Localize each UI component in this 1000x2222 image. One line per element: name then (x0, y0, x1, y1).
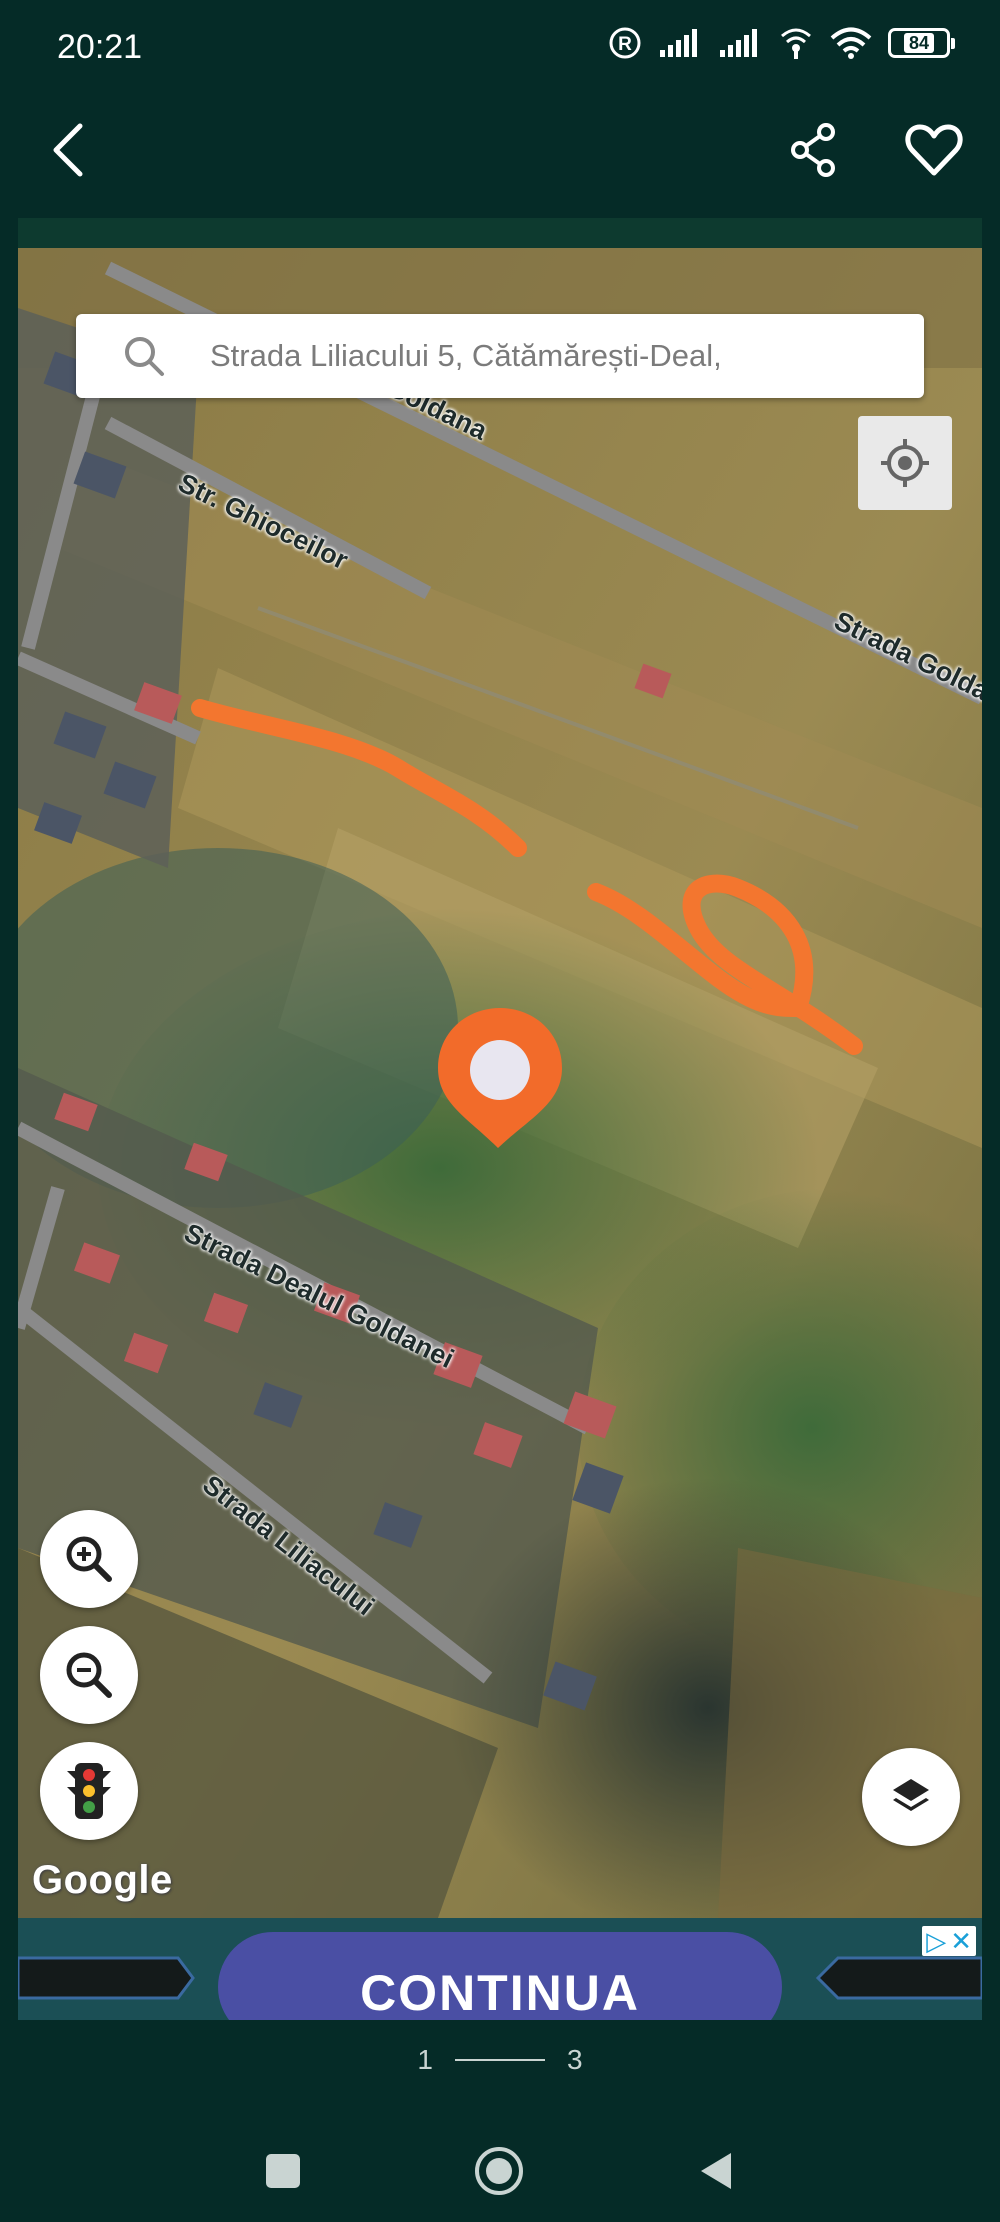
favorite-button[interactable] (902, 118, 974, 182)
layers-icon (893, 1779, 929, 1811)
status-bar: 20:21 R 84 (0, 0, 1000, 100)
system-nav-bar (0, 2120, 1000, 2222)
map-view[interactable]: Goldana Str. Ghioceilor Strada Goldana S… (18, 248, 982, 1918)
svg-text:R: R (618, 34, 632, 55)
back-arrow-icon (53, 123, 83, 177)
nav-back-button[interactable] (680, 2136, 750, 2206)
my-location-button[interactable] (858, 416, 952, 510)
ad-close-icon[interactable]: ✕ (950, 1928, 972, 1954)
zoom-in-button[interactable] (40, 1510, 138, 1608)
pager-divider (455, 2059, 545, 2061)
map-search-box[interactable]: Strada Liliacului 5, Cătămărești-Deal, (76, 314, 924, 398)
satellite-map (18, 248, 982, 1918)
back-button[interactable] (40, 118, 104, 182)
image-gallery[interactable]: Goldana Str. Ghioceilor Strada Goldana S… (18, 218, 982, 2020)
home-icon (475, 2147, 523, 2195)
ad-banner[interactable]: CONTINUA ▷ ✕ (18, 1918, 982, 2020)
app-bar (0, 100, 1000, 220)
hotspot-icon (781, 28, 811, 59)
recent-apps-icon (266, 2154, 300, 2188)
status-time: 20:21 (57, 28, 143, 66)
layers-button[interactable] (862, 1748, 960, 1846)
image-pager: 1 3 (0, 2040, 1000, 2080)
ad-continue-button[interactable]: CONTINUA (218, 1932, 782, 2020)
my-location-icon (881, 439, 929, 487)
search-icon (125, 337, 164, 376)
battery-icon: 84 (888, 28, 955, 58)
signal-icon (720, 29, 757, 57)
pager-current: 1 (417, 2044, 433, 2075)
battery-level: 84 (903, 33, 935, 53)
ad-choices[interactable]: ▷ ✕ (922, 1926, 976, 1956)
back-icon (701, 2153, 731, 2189)
zoom-out-icon (66, 1652, 112, 1698)
map-search-text: Strada Liliacului 5, Cătămărești-Deal, (210, 338, 722, 373)
registered-icon: R (609, 27, 641, 59)
heart-icon (905, 124, 963, 176)
pager-total: 3 (567, 2044, 583, 2075)
share-button[interactable] (782, 118, 846, 182)
google-attribution: Google (32, 1858, 173, 1902)
share-icon (791, 123, 835, 177)
traffic-light-icon (67, 1763, 111, 1819)
home-button[interactable] (464, 2136, 534, 2206)
recent-apps-button[interactable] (248, 2136, 318, 2206)
zoom-in-icon (66, 1536, 112, 1582)
traffic-button[interactable] (40, 1742, 138, 1840)
zoom-out-button[interactable] (40, 1626, 138, 1724)
wifi-icon (830, 27, 872, 59)
signal-icon (660, 29, 697, 57)
status-icons: R 84 (608, 26, 955, 60)
ad-choices-icon[interactable]: ▷ (926, 1928, 946, 1954)
